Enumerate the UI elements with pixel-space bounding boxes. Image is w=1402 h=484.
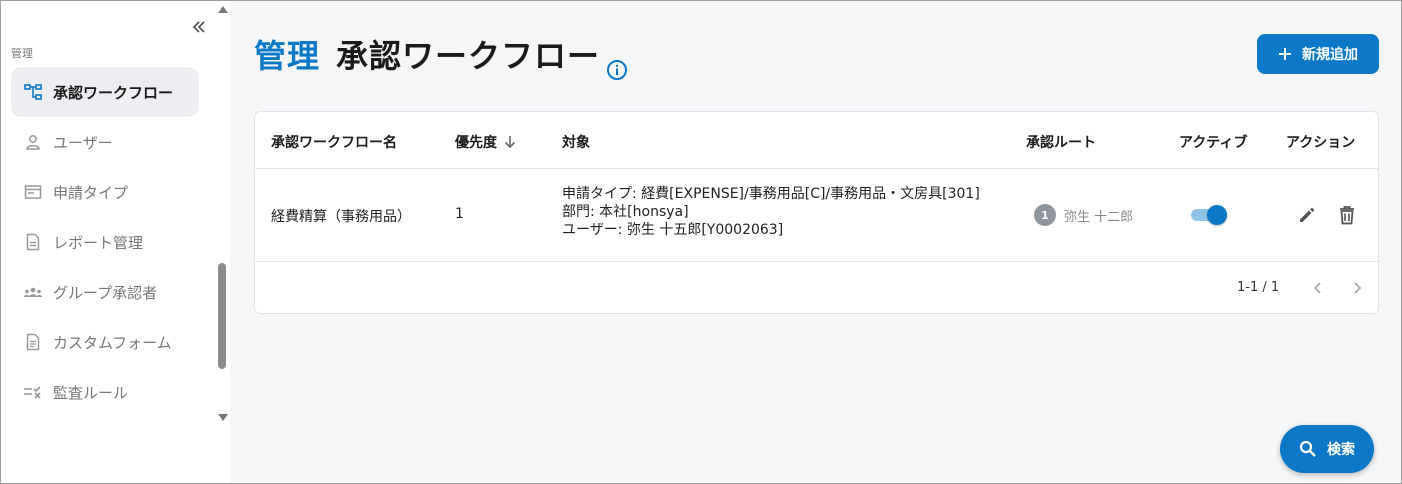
sidebar-item-group-approver[interactable]: グループ承認者 bbox=[11, 267, 199, 317]
route-approver-name: 弥生 十二郎 bbox=[1064, 209, 1134, 225]
previous-page-button[interactable] bbox=[1306, 276, 1330, 300]
active-toggle-cell bbox=[1189, 205, 1227, 225]
search-icon bbox=[1299, 440, 1316, 457]
sidebar-item-label: ユーザー bbox=[53, 133, 113, 152]
search-button[interactable]: 検索 bbox=[1280, 425, 1374, 473]
trash-icon bbox=[1340, 206, 1354, 225]
workflow-icon bbox=[23, 82, 43, 102]
collapse-sidebar-button[interactable] bbox=[187, 15, 211, 39]
user-icon bbox=[23, 132, 43, 152]
sidebar: 管理 承認ワークフロー ユーザー 申請タイプ レポート管理 グループ承認者 カス… bbox=[1, 1, 214, 483]
sidebar-item-label: 監査ルール bbox=[53, 383, 129, 402]
sidebar-item-label: レポート管理 bbox=[53, 233, 144, 252]
page-title: 承認ワークフロー bbox=[336, 37, 601, 75]
sidebar-item-users[interactable]: ユーザー bbox=[11, 117, 199, 167]
table-header: 承認ワークフロー名 優先度 対象 承認ルート アクティブ アクション bbox=[255, 112, 1378, 169]
info-icon[interactable] bbox=[606, 59, 628, 81]
scrollbar-thumb[interactable] bbox=[218, 263, 226, 369]
sidebar-item-report-management[interactable]: レポート管理 bbox=[11, 217, 199, 267]
plus-icon bbox=[1279, 48, 1291, 60]
sidebar-item-audit-rule[interactable]: 監査ルール bbox=[11, 367, 199, 417]
sidebar-item-label: 申請タイプ bbox=[53, 183, 129, 202]
target-cell: 申請タイプ: 経費[EXPENSE]/事務用品[C]/事務用品・文房具[301]… bbox=[562, 185, 980, 239]
action-cell bbox=[1295, 203, 1359, 227]
main-content: 管理 承認ワークフロー 新規追加 承認ワークフロー名 優先度 対象 承認ルート … bbox=[230, 1, 1401, 483]
toggle-knob bbox=[1207, 205, 1227, 225]
target-line-department: 部門: 本社[honsya] bbox=[562, 204, 689, 220]
sidebar-item-approval-workflow[interactable]: 承認ワークフロー bbox=[11, 67, 199, 117]
edit-button[interactable] bbox=[1295, 203, 1319, 227]
column-header-active: アクティブ bbox=[1179, 135, 1248, 151]
table-row[interactable]: 経費精算（事務用品） 1 申請タイプ: 経費[EXPENSE]/事務用品[C]/… bbox=[255, 169, 1378, 262]
report-icon bbox=[23, 232, 43, 252]
form-icon bbox=[23, 332, 43, 352]
next-page-button[interactable] bbox=[1345, 276, 1369, 300]
audit-rule-icon bbox=[23, 382, 43, 402]
column-header-target: 対象 bbox=[562, 135, 590, 151]
workflow-table-card: 承認ワークフロー名 優先度 対象 承認ルート アクティブ アクション 経費精算（… bbox=[254, 111, 1379, 314]
column-header-route: 承認ルート bbox=[1026, 135, 1096, 151]
request-type-icon bbox=[23, 182, 43, 202]
sidebar-item-request-type[interactable]: 申請タイプ bbox=[11, 167, 199, 217]
active-toggle[interactable] bbox=[1189, 205, 1227, 225]
target-line-request-type: 申請タイプ: 経費[EXPENSE]/事務用品[C]/事務用品・文房具[301] bbox=[562, 186, 980, 202]
sidebar-section-label: 管理 bbox=[11, 47, 33, 60]
sidebar-item-label: カスタムフォーム bbox=[53, 333, 172, 352]
double-chevron-left-icon bbox=[192, 21, 205, 33]
workflow-name-cell: 経費精算（事務用品） bbox=[271, 209, 411, 225]
pencil-icon bbox=[1300, 207, 1315, 222]
chevron-left-icon bbox=[1313, 282, 1321, 294]
group-icon bbox=[23, 282, 43, 302]
breadcrumb[interactable]: 管理 bbox=[254, 31, 320, 77]
column-header-action: アクション bbox=[1286, 135, 1356, 151]
column-header-priority[interactable]: 優先度 bbox=[455, 132, 517, 152]
sort-arrow-down-icon[interactable] bbox=[503, 135, 517, 149]
route-step-badge: 1 bbox=[1034, 204, 1056, 226]
sidebar-item-custom-form[interactable]: カスタムフォーム bbox=[11, 317, 199, 367]
add-new-label: 新規追加 bbox=[1302, 47, 1358, 63]
chevron-right-icon bbox=[1354, 282, 1362, 294]
scroll-up-arrow-icon[interactable] bbox=[218, 6, 228, 13]
page-header: 管理 承認ワークフロー bbox=[254, 31, 628, 80]
search-label: 検索 bbox=[1327, 442, 1355, 458]
scroll-down-arrow-icon[interactable] bbox=[218, 414, 228, 421]
add-new-button[interactable]: 新規追加 bbox=[1257, 34, 1379, 74]
priority-cell: 1 bbox=[455, 206, 464, 222]
sidebar-item-label: 承認ワークフロー bbox=[53, 83, 174, 102]
sidebar-item-label: グループ承認者 bbox=[53, 283, 158, 302]
target-line-user: ユーザー: 弥生 十五郎[Y0002063] bbox=[562, 222, 784, 238]
delete-button[interactable] bbox=[1335, 203, 1359, 227]
approval-route-cell: 1 弥生 十二郎 bbox=[1034, 204, 1133, 226]
sidebar-scrollbar[interactable] bbox=[214, 1, 230, 483]
pagination-range: 1-1 / 1 bbox=[1237, 280, 1280, 295]
column-header-name: 承認ワークフロー名 bbox=[271, 135, 397, 151]
